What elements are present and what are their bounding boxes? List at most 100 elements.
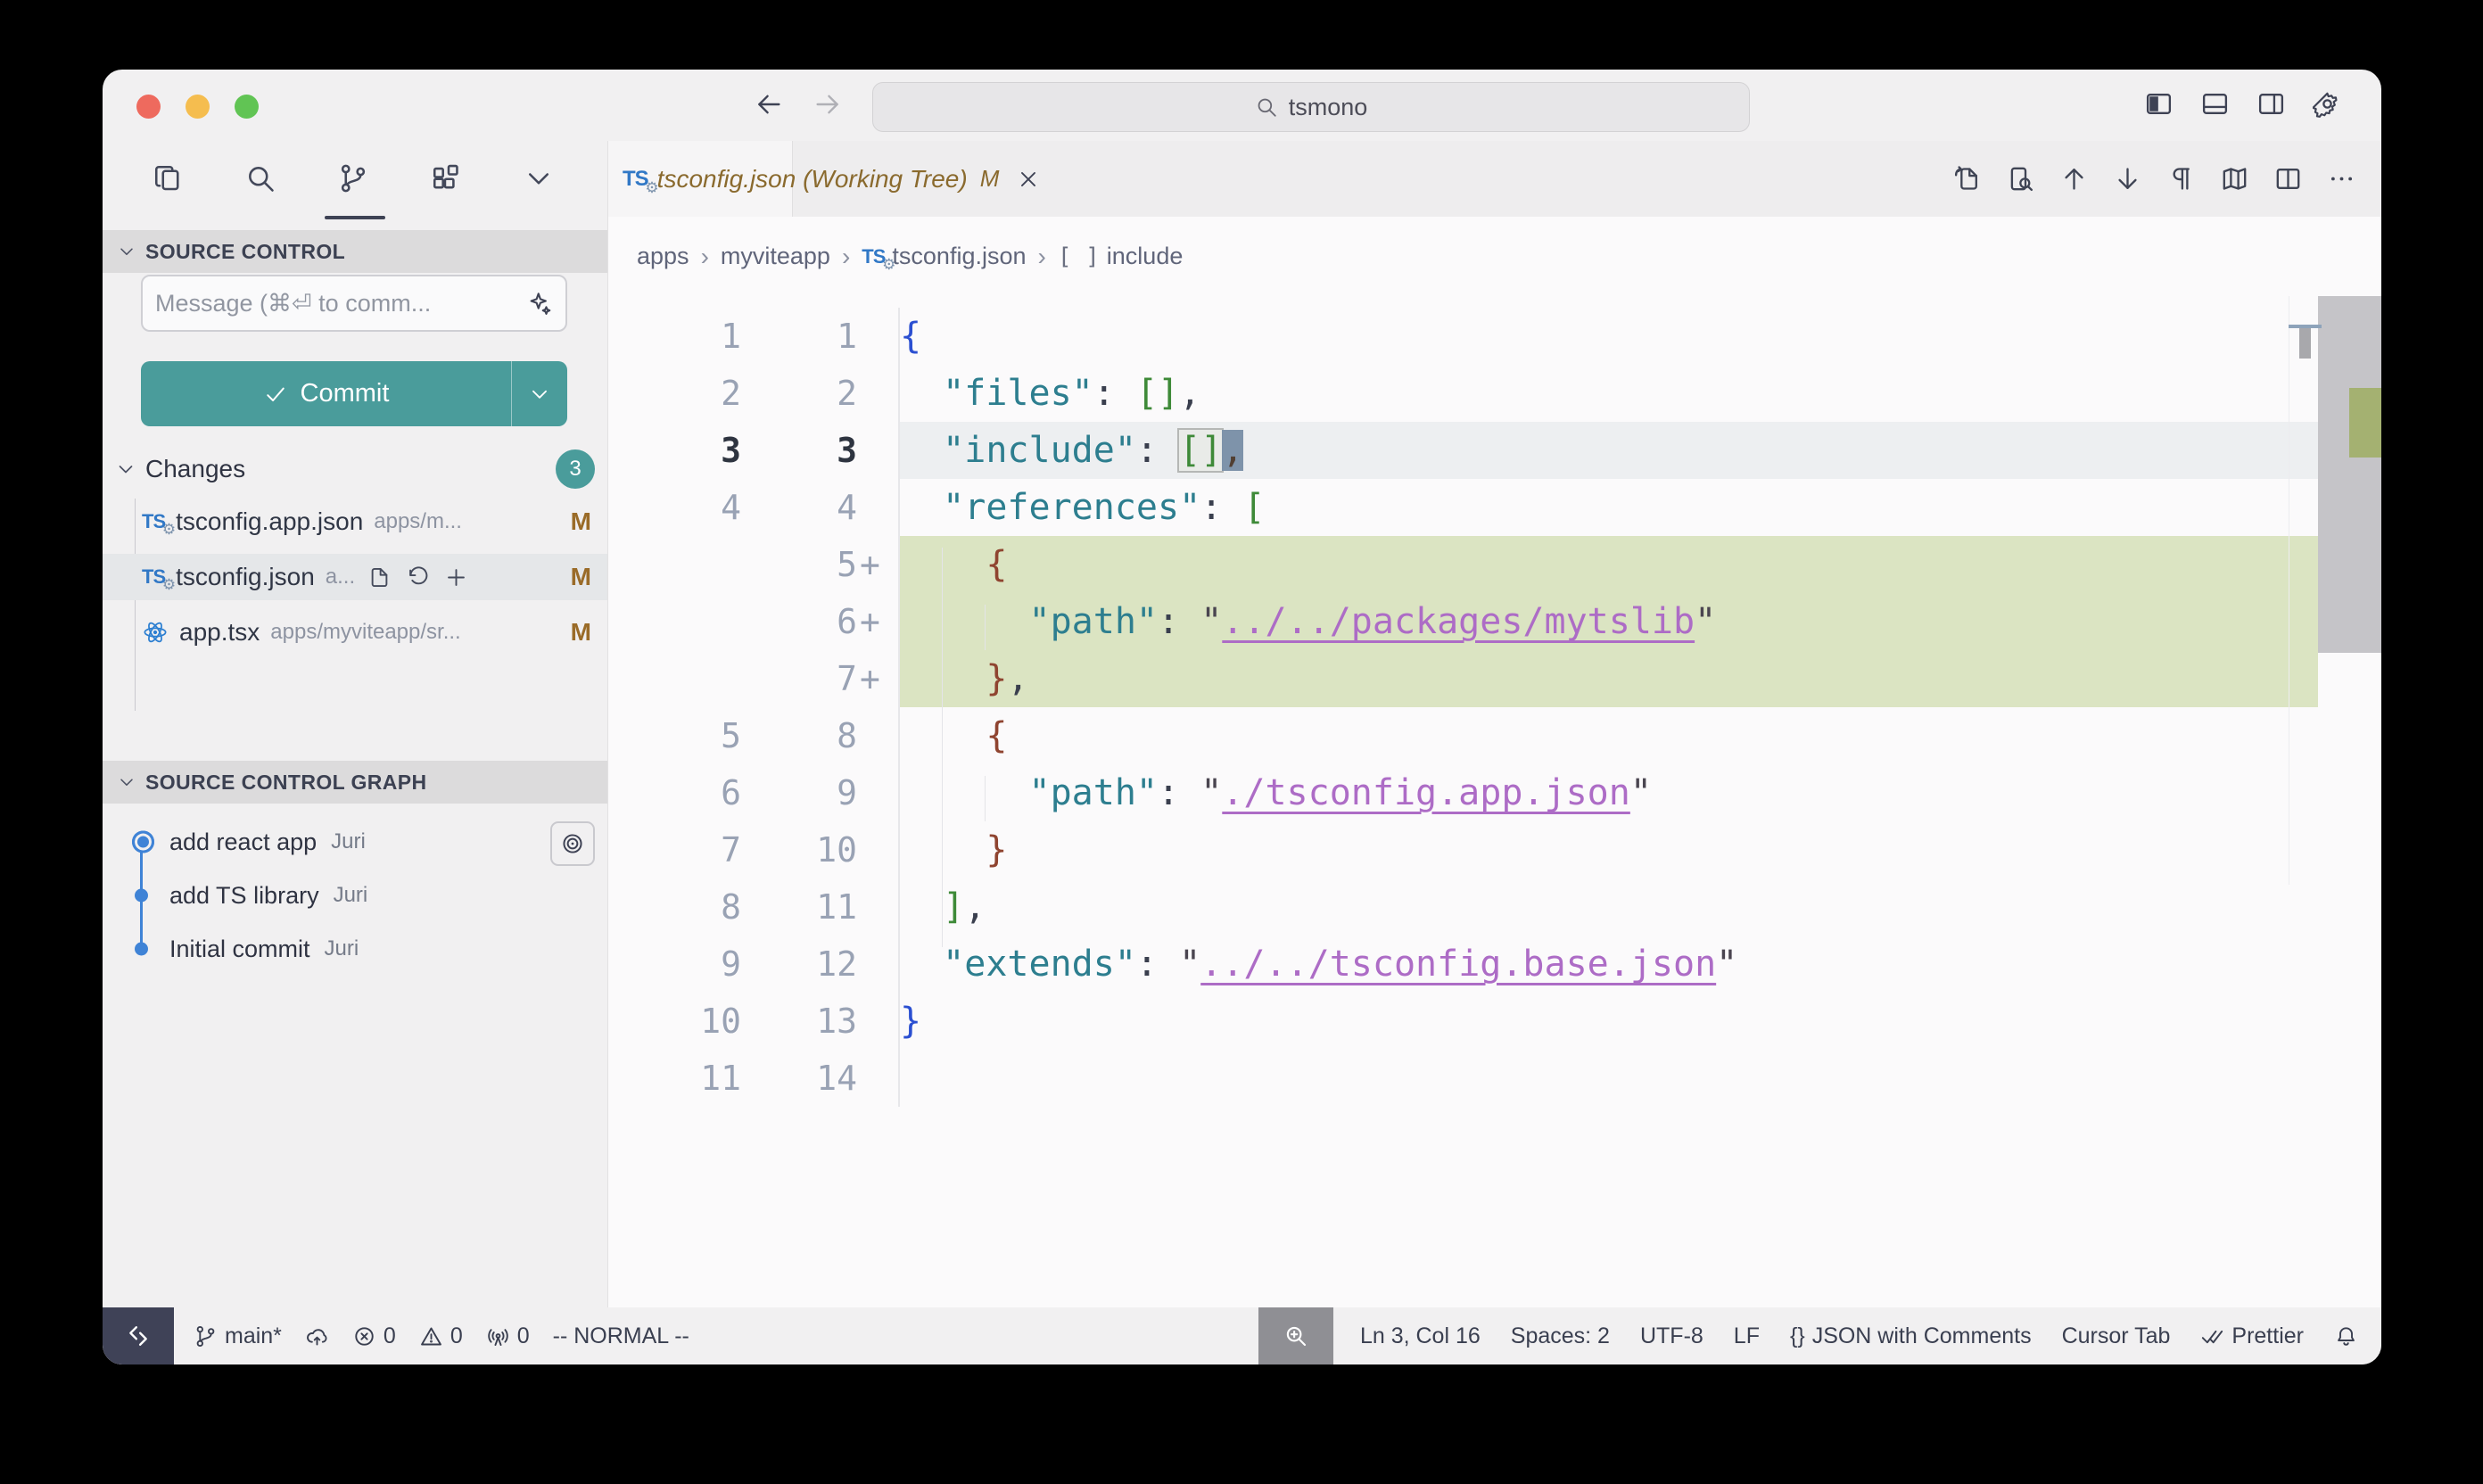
code-text: "extends": "../../tsconfig.base.json" bbox=[898, 936, 2318, 993]
screencast-zoom-indicator[interactable] bbox=[1258, 1307, 1333, 1364]
activity-bar bbox=[103, 157, 607, 223]
changed-file-row[interactable]: TS⚙tsconfig.jsona...M bbox=[103, 554, 607, 600]
breadcrumb-item-include[interactable]: [ ]include bbox=[1058, 243, 1184, 270]
added-line-marker bbox=[857, 365, 898, 422]
status-item-0[interactable]: 0 bbox=[352, 1323, 396, 1349]
status-label: Ln 3, Col 16 bbox=[1360, 1323, 1481, 1349]
indent-guide bbox=[942, 548, 943, 947]
code-line[interactable]: 11{ bbox=[608, 308, 2381, 365]
layout-panel-icon[interactable] bbox=[2200, 89, 2230, 119]
layout-sidebar-icon[interactable] bbox=[2144, 89, 2174, 119]
new-line-number: 1 bbox=[741, 308, 857, 365]
discard-icon[interactable] bbox=[406, 565, 430, 589]
code-line[interactable]: 69 "path": "./tsconfig.app.json" bbox=[608, 764, 2381, 821]
code-line[interactable]: 58 { bbox=[608, 707, 2381, 764]
commit-row[interactable]: add TS libraryJuri bbox=[103, 873, 607, 918]
activity-extensions[interactable] bbox=[423, 157, 473, 203]
overview-ruler-added-marker bbox=[2349, 388, 2381, 458]
new-line-number: 2 bbox=[741, 365, 857, 422]
close-tab-icon[interactable] bbox=[1017, 168, 1040, 191]
status-item-main[interactable]: main* bbox=[194, 1323, 282, 1349]
added-line-marker bbox=[857, 993, 898, 1050]
command-center-search[interactable]: tsmono bbox=[872, 82, 1750, 132]
diff-editor[interactable]: 11{22 "files": [],33 "include": [],44 "r… bbox=[608, 296, 2381, 1307]
added-line-marker bbox=[857, 764, 898, 821]
tab-tsconfig-working-tree[interactable]: TS⚙ tsconfig.json (Working Tree) M bbox=[608, 141, 793, 217]
code-line[interactable]: 1013} bbox=[608, 993, 2381, 1050]
code-line[interactable]: 33 "include": [], bbox=[608, 422, 2381, 479]
status-item-json-with-comments[interactable]: {}JSON with Comments bbox=[1790, 1323, 2032, 1349]
file-path: apps/myviteapp/sr... bbox=[270, 620, 460, 645]
status-label: UTF-8 bbox=[1640, 1323, 1703, 1349]
code-line[interactable]: 710 } bbox=[608, 821, 2381, 878]
status-item-normal[interactable]: -- NORMAL -- bbox=[553, 1323, 689, 1349]
open-changes-icon[interactable] bbox=[1952, 164, 1982, 194]
remote-indicator[interactable] bbox=[103, 1307, 174, 1364]
code-line[interactable]: 5+ { bbox=[608, 536, 2381, 593]
pilcrow-icon[interactable] bbox=[2166, 164, 2196, 194]
search-icon bbox=[1255, 95, 1278, 119]
commit-button[interactable]: Commit bbox=[141, 361, 511, 426]
minimize-window-button[interactable] bbox=[186, 95, 210, 119]
activity-files[interactable] bbox=[144, 157, 194, 203]
code-line[interactable]: 6+ "path": "../../packages/mytslib" bbox=[608, 593, 2381, 650]
activity-chevron-down[interactable] bbox=[516, 157, 565, 203]
code-line[interactable]: 44 "references": [ bbox=[608, 479, 2381, 536]
goto-current-history-item-button[interactable] bbox=[550, 821, 595, 866]
code-line[interactable]: 22 "files": [], bbox=[608, 365, 2381, 422]
status-item-0[interactable]: 0 bbox=[419, 1323, 463, 1349]
status-item-cursor-tab[interactable]: Cursor Tab bbox=[2062, 1323, 2171, 1349]
sparkle-icon[interactable] bbox=[526, 290, 553, 317]
arrow-down-icon[interactable] bbox=[2113, 164, 2142, 194]
layout-right-icon[interactable] bbox=[2256, 89, 2286, 119]
commit-row[interactable]: add react appJuri bbox=[103, 820, 607, 864]
code-line[interactable]: 1114 bbox=[608, 1050, 2381, 1107]
plus-icon[interactable] bbox=[444, 565, 468, 589]
commit-message-input[interactable]: Message (⌘⏎ to comm... bbox=[141, 275, 567, 332]
commit-dropdown-button[interactable] bbox=[511, 361, 567, 426]
old-line-number: 5 bbox=[608, 707, 741, 764]
code-line[interactable]: 912 "extends": "../../tsconfig.base.json… bbox=[608, 936, 2381, 993]
source-control-graph-title: SOURCE CONTROL GRAPH bbox=[145, 771, 427, 795]
tsconfig-file-icon: TS⚙ bbox=[142, 565, 165, 589]
status-item-0[interactable]: 0 bbox=[486, 1323, 530, 1349]
source-control-title: SOURCE CONTROL bbox=[145, 240, 345, 264]
zoom-window-button[interactable] bbox=[235, 95, 259, 119]
code-line[interactable]: 811 ], bbox=[608, 878, 2381, 936]
status-item-prettier[interactable]: Prettier bbox=[2200, 1323, 2304, 1349]
breadcrumb-item-myviteapp[interactable]: myviteapp bbox=[721, 243, 830, 270]
status-item-lf[interactable]: LF bbox=[1734, 1323, 1760, 1349]
source-control-header[interactable]: SOURCE CONTROL bbox=[103, 230, 607, 273]
commit-row[interactable]: Initial commitJuri bbox=[103, 927, 607, 971]
close-window-button[interactable] bbox=[136, 95, 161, 119]
source-control-graph-header[interactable]: SOURCE CONTROL GRAPH bbox=[103, 761, 607, 804]
status-item-ln-3-col-16[interactable]: Ln 3, Col 16 bbox=[1360, 1323, 1481, 1349]
status-item-utf-8[interactable]: UTF-8 bbox=[1640, 1323, 1703, 1349]
gear-icon[interactable] bbox=[2313, 89, 2342, 119]
arrow-up-icon[interactable] bbox=[2059, 164, 2089, 194]
status-item-cloud-upload[interactable] bbox=[305, 1324, 329, 1348]
changed-file-row[interactable]: TS⚙tsconfig.app.jsonapps/m...M bbox=[103, 499, 607, 545]
code-line[interactable]: 7+ }, bbox=[608, 650, 2381, 707]
changed-file-row[interactable]: app.tsxapps/myviteapp/sr...M bbox=[103, 609, 607, 655]
search-editor-icon[interactable] bbox=[2006, 164, 2035, 194]
back-arrow-icon[interactable] bbox=[754, 89, 784, 120]
status-item-spaces-2[interactable]: Spaces: 2 bbox=[1511, 1323, 1610, 1349]
changes-section-header[interactable]: Changes 3 bbox=[115, 449, 595, 489]
git-branch-icon bbox=[194, 1324, 218, 1348]
map-icon[interactable] bbox=[2220, 164, 2249, 194]
breadcrumb-item-apps[interactable]: apps bbox=[637, 243, 689, 270]
breadcrumb-item-tsconfig.json[interactable]: TS⚙tsconfig.json bbox=[862, 243, 1026, 270]
ellipsis-icon[interactable] bbox=[2327, 164, 2356, 194]
commit-message: add TS library bbox=[169, 882, 319, 910]
scrollbar-thumb[interactable] bbox=[2318, 296, 2381, 653]
forward-arrow-icon[interactable] bbox=[813, 89, 843, 120]
status-label: LF bbox=[1734, 1323, 1760, 1349]
modified-badge: M bbox=[571, 618, 591, 647]
activity-git-branch[interactable] bbox=[330, 157, 380, 203]
activity-search[interactable] bbox=[237, 157, 287, 203]
status-label: Spaces: 2 bbox=[1511, 1323, 1610, 1349]
split-icon[interactable] bbox=[2273, 164, 2303, 194]
open-file-icon[interactable] bbox=[367, 565, 392, 589]
status-item-bell[interactable] bbox=[2334, 1324, 2358, 1348]
